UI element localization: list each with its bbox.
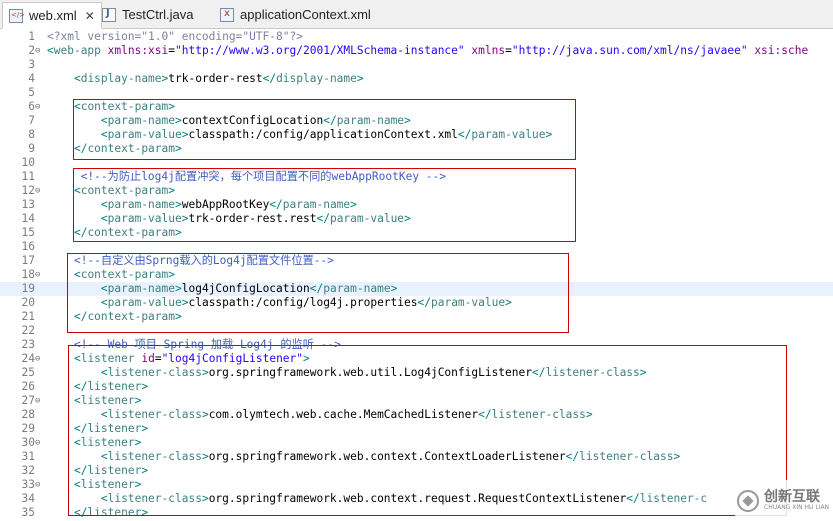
line-number: 1 <box>28 30 35 43</box>
code-token: xsi:sche <box>754 44 809 57</box>
code-line[interactable]: 4 <display-name>trk-order-rest</display-… <box>0 72 833 86</box>
line-number: 25 <box>21 366 35 379</box>
line-number: 30 <box>21 436 35 449</box>
xml-file-icon <box>220 7 234 22</box>
code-token: display-name <box>80 72 162 85</box>
line-number: 35 <box>21 506 35 519</box>
line-number: 34 <box>21 492 35 505</box>
line-number: 27 <box>21 394 35 407</box>
code-token: xmlns <box>471 44 506 57</box>
close-icon[interactable]: ✕ <box>85 9 95 23</box>
code-token: < <box>47 44 54 57</box>
line-number: 6 <box>28 100 35 113</box>
tab-label: web.xml <box>29 8 77 23</box>
code-text: <web-app xmlns:xsi="http://www.w3.org/20… <box>47 44 808 58</box>
watermark-en: CHUANG XIN HU LIAN <box>764 503 830 511</box>
line-number: 9 <box>28 142 35 155</box>
code-line[interactable]: 3 <box>0 58 833 72</box>
code-token: web-app <box>53 44 108 57</box>
fold-toggle-icon[interactable]: ⊖ <box>35 100 44 114</box>
tab-testctrl-java[interactable]: TestCtrl.java <box>102 2 194 27</box>
code-token: = <box>505 44 512 57</box>
code-line[interactable]: 2 ⊖ <web-app xmlns:xsi="http://www.w3.org/… <box>0 44 833 58</box>
highlight-box <box>67 253 569 333</box>
highlight-box <box>73 99 576 160</box>
code-token: display-name <box>276 72 357 85</box>
highlight-box <box>73 168 576 242</box>
line-number: 13 <box>21 198 35 211</box>
code-line[interactable]: 16 <box>0 240 833 254</box>
fold-toggle-icon[interactable]: ⊖ <box>35 436 44 450</box>
watermark: 创新互联 CHUANG XIN HU LIAN <box>735 480 833 521</box>
line-number: 21 <box>21 310 35 323</box>
tab-applicationcontext-xml[interactable]: applicationContext.xml <box>220 2 371 27</box>
line-number: 19 <box>21 282 35 295</box>
code-line[interactable]: 5 <box>0 86 833 100</box>
code-line[interactable]: 1 <?xml version="1.0" encoding="UTF-8"?> <box>0 30 833 44</box>
fold-toggle-icon[interactable]: ⊖ <box>35 184 44 198</box>
line-number: 12 <box>21 184 35 197</box>
line-number: 28 <box>21 408 35 421</box>
line-number: 29 <box>21 422 35 435</box>
line-number: 7 <box>28 114 35 127</box>
line-number: 16 <box>21 240 35 253</box>
code-token: > <box>356 72 364 85</box>
xml-file-icon <box>9 8 25 23</box>
fold-toggle-icon[interactable]: ⊖ <box>35 478 44 492</box>
code-token: < <box>73 72 81 85</box>
brand-logo-icon <box>737 489 759 512</box>
code-token: "http://java.sun.com/xml/ns/javaee" <box>511 44 755 57</box>
code-text: <display-name>trk-order-rest</display-na… <box>47 72 364 86</box>
line-number: 5 <box>28 86 35 99</box>
line-number: 20 <box>21 296 35 309</box>
line-number: 8 <box>28 128 35 141</box>
tab-label: applicationContext.xml <box>240 7 371 22</box>
line-number: 11 <box>21 170 35 183</box>
line-number: 31 <box>21 450 35 463</box>
code-token: trk-order-rest <box>168 72 263 85</box>
fold-toggle-icon[interactable]: ⊖ <box>35 394 44 408</box>
line-number: 18 <box>21 268 35 281</box>
line-number: 15 <box>21 226 35 239</box>
tab-web-xml[interactable]: web.xml ✕ <box>2 2 102 29</box>
editor-tab-bar: web.xml ✕ TestCtrl.java applicationConte… <box>0 0 833 29</box>
line-number: 32 <box>21 464 35 477</box>
fold-toggle-icon[interactable]: ⊖ <box>35 352 44 366</box>
code-token: <?xml version="1.0" encoding="UTF-8"?> <box>47 30 303 43</box>
fold-toggle-icon[interactable]: ⊖ <box>35 44 44 58</box>
line-number: 24 <box>21 352 35 365</box>
line-number: 10 <box>21 156 35 169</box>
highlight-box <box>68 345 787 516</box>
line-number: 3 <box>28 58 35 71</box>
code-text: <?xml version="1.0" encoding="UTF-8"?> <box>47 30 303 44</box>
fold-toggle-icon[interactable]: ⊖ <box>35 268 44 282</box>
line-number: 26 <box>21 380 35 393</box>
tab-label: TestCtrl.java <box>122 7 194 22</box>
line-number: 14 <box>21 212 35 225</box>
code-token: xmlns:xsi <box>107 44 169 57</box>
line-number: 17 <box>21 254 35 267</box>
code-token: "http://www.w3.org/2001/XMLSchema-instan… <box>175 44 472 57</box>
java-file-icon <box>102 7 116 22</box>
line-number: 4 <box>28 72 35 85</box>
line-number: 23 <box>21 338 35 351</box>
watermark-cn: 创新互联 <box>764 488 820 505</box>
line-number: 2 <box>28 44 35 57</box>
code-token: = <box>168 44 176 57</box>
line-number: 22 <box>21 324 35 337</box>
line-number: 33 <box>21 478 35 491</box>
code-token: </ <box>262 72 277 85</box>
